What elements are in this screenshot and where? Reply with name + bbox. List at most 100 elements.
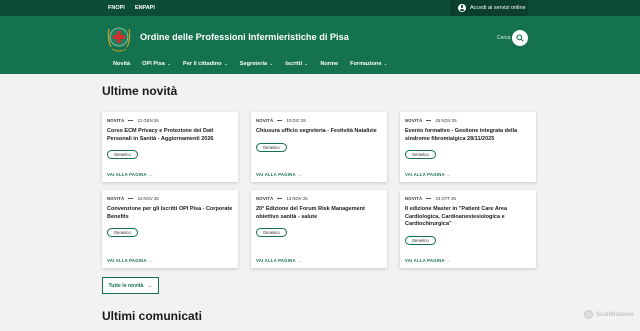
all-news-label: Tutte le novità bbox=[108, 282, 144, 289]
meta-dash bbox=[277, 198, 283, 199]
arrow-right-icon: → bbox=[446, 172, 451, 177]
card-date: 10 DIC 25 bbox=[286, 118, 306, 123]
card-link[interactable]: VAI ALLA PAGINA → bbox=[405, 172, 451, 177]
nav-label: Iscritti bbox=[285, 61, 303, 67]
top-link-fnopi[interactable]: FNOPI bbox=[108, 5, 125, 11]
top-bar: FNOPI ENPAPI Accedi ai servizi online bbox=[0, 0, 640, 16]
arrow-right-icon: → bbox=[148, 258, 153, 263]
watermark-logo-icon bbox=[584, 310, 593, 319]
communications-section-title: Ultimi comunicati bbox=[102, 309, 203, 323]
nav-label: Segreteria bbox=[239, 61, 268, 67]
nav-label: Norme bbox=[320, 61, 339, 67]
nav-label: Formazione bbox=[350, 61, 382, 67]
news-card: NOVITÀ 21 GEN 26 Corso ECM Privacy e Prot… bbox=[102, 112, 238, 182]
card-meta: NOVITÀ 24 NOV 25 bbox=[107, 196, 233, 201]
card-tag[interactable]: Generico bbox=[405, 150, 436, 160]
site-title[interactable]: Ordine delle Professioni Infermieristich… bbox=[140, 32, 349, 42]
nav-label: Novità bbox=[113, 61, 131, 67]
meta-dash bbox=[128, 198, 134, 199]
card-category: NOVITÀ bbox=[405, 118, 423, 123]
nav-item-formazione[interactable]: Formazione ⌄ bbox=[350, 61, 388, 67]
card-meta: NOVITÀ 25 NOV 25 bbox=[405, 118, 531, 123]
news-card: NOVITÀ 25 NOV 25 Evento formativo - Gesti… bbox=[400, 112, 536, 182]
chevron-down-icon: ⌄ bbox=[383, 61, 388, 67]
card-meta: NOVITÀ 13 NOV 25 bbox=[256, 196, 382, 201]
news-card: NOVITÀ 23 OTT 25 II edizione Master in "P… bbox=[400, 190, 536, 268]
user-icon bbox=[458, 4, 466, 12]
card-category: NOVITÀ bbox=[256, 196, 274, 201]
meta-dash bbox=[277, 120, 283, 121]
card-tag[interactable]: Generico bbox=[256, 142, 287, 152]
nav-item-segreteria[interactable]: Segreteria ⌄ bbox=[240, 61, 274, 67]
card-link-label: VAI ALLA PAGINA bbox=[405, 172, 445, 177]
news-section-title: Ultime novità bbox=[102, 84, 178, 98]
card-category: NOVITÀ bbox=[107, 196, 125, 201]
card-title[interactable]: II edizione Master in "Patient Care Area… bbox=[405, 206, 531, 229]
news-card: NOVITÀ 13 NOV 25 20° Edizione del Forum R… bbox=[251, 190, 387, 268]
logo-icon[interactable] bbox=[106, 24, 132, 54]
arrow-right-icon: → bbox=[297, 172, 302, 177]
nav-item-opi-pisa[interactable]: OPI Pisa ⌄ bbox=[142, 61, 171, 67]
nav-item-novita[interactable]: Novità bbox=[113, 61, 130, 67]
news-card: NOVITÀ 10 DIC 25 Chiusura ufficio segrete… bbox=[251, 112, 387, 182]
card-meta: NOVITÀ 21 GEN 26 bbox=[107, 118, 233, 123]
search-label: Cerca bbox=[497, 35, 511, 41]
card-meta: NOVITÀ 10 DIC 25 bbox=[256, 118, 382, 123]
meta-dash bbox=[426, 198, 432, 199]
card-tag[interactable]: Generico bbox=[107, 228, 138, 238]
card-date: 23 OTT 25 bbox=[435, 196, 456, 201]
search-button[interactable] bbox=[512, 30, 528, 46]
card-title[interactable]: Corso ECM Privacy e Protezione dei Dati … bbox=[107, 128, 233, 143]
card-title[interactable]: 20° Edizione del Forum Risk Management o… bbox=[256, 206, 382, 221]
card-date: 25 NOV 25 bbox=[435, 118, 457, 123]
nav-label: OPI Pisa bbox=[142, 61, 165, 67]
chevron-down-icon: ⌄ bbox=[166, 61, 172, 67]
watermark-text: ScanMalware bbox=[596, 311, 635, 318]
card-link-label: VAI ALLA PAGINA bbox=[107, 172, 147, 177]
card-link-label: VAI ALLA PAGINA bbox=[256, 172, 296, 177]
chevron-down-icon: ⌄ bbox=[304, 61, 309, 67]
all-news-button[interactable]: Tutte le novità → bbox=[102, 277, 159, 294]
top-link-enpapi[interactable]: ENPAPI bbox=[135, 5, 155, 11]
card-date: 21 GEN 26 bbox=[137, 118, 159, 123]
card-link[interactable]: VAI ALLA PAGINA → bbox=[405, 258, 451, 263]
card-title[interactable]: Evento formativo - Gestione integrata de… bbox=[405, 128, 531, 143]
card-category: NOVITÀ bbox=[256, 118, 274, 123]
card-link[interactable]: VAI ALLA PAGINA → bbox=[256, 172, 302, 177]
chevron-down-icon: ⌄ bbox=[269, 61, 274, 67]
nav-item-cittadino[interactable]: Per il cittadino ⌄ bbox=[183, 61, 228, 67]
card-category: NOVITÀ bbox=[107, 118, 125, 123]
nav-item-norme[interactable]: Norme bbox=[320, 61, 338, 67]
login-label: Accedi ai servizi online bbox=[470, 5, 526, 11]
card-link[interactable]: VAI ALLA PAGINA → bbox=[256, 258, 302, 263]
main-nav: Novità OPI Pisa ⌄ Per il cittadino ⌄ Segre… bbox=[113, 61, 388, 67]
card-link[interactable]: VAI ALLA PAGINA → bbox=[107, 172, 153, 177]
arrow-right-icon: → bbox=[148, 172, 153, 177]
card-date: 24 NOV 25 bbox=[137, 196, 159, 201]
card-link-label: VAI ALLA PAGINA bbox=[256, 258, 296, 263]
card-title[interactable]: Convenzione per gli Iscritti OPI Pisa - … bbox=[107, 206, 233, 221]
card-link-label: VAI ALLA PAGINA bbox=[405, 258, 445, 263]
arrow-right-icon: → bbox=[446, 258, 451, 263]
search-icon bbox=[516, 34, 524, 42]
card-tag[interactable]: Generico bbox=[405, 235, 436, 245]
card-link-label: VAI ALLA PAGINA bbox=[107, 258, 147, 263]
news-card: NOVITÀ 24 NOV 25 Convenzione per gli Iscr… bbox=[102, 190, 238, 268]
card-meta: NOVITÀ 23 OTT 25 bbox=[405, 196, 531, 201]
site-header: Ordine delle Professioni Infermieristich… bbox=[0, 16, 640, 74]
top-links: FNOPI ENPAPI bbox=[108, 0, 155, 16]
meta-dash bbox=[426, 120, 432, 121]
arrow-right-icon: → bbox=[297, 258, 302, 263]
chevron-down-icon: ⌄ bbox=[223, 61, 228, 67]
card-tag[interactable]: Generico bbox=[107, 150, 138, 160]
nav-label: Per il cittadino bbox=[183, 61, 222, 67]
card-link[interactable]: VAI ALLA PAGINA → bbox=[107, 258, 153, 263]
login-button[interactable]: Accedi ai servizi online bbox=[450, 0, 528, 16]
arrow-right-icon: → bbox=[147, 282, 153, 289]
card-title[interactable]: Chiusura ufficio segreteria - Festività … bbox=[256, 128, 382, 136]
watermark: ScanMalware bbox=[584, 310, 634, 319]
nav-item-iscritti[interactable]: Iscritti ⌄ bbox=[285, 61, 308, 67]
card-tag[interactable]: Generico bbox=[256, 228, 287, 238]
meta-dash bbox=[128, 120, 134, 121]
card-category: NOVITÀ bbox=[405, 196, 423, 201]
